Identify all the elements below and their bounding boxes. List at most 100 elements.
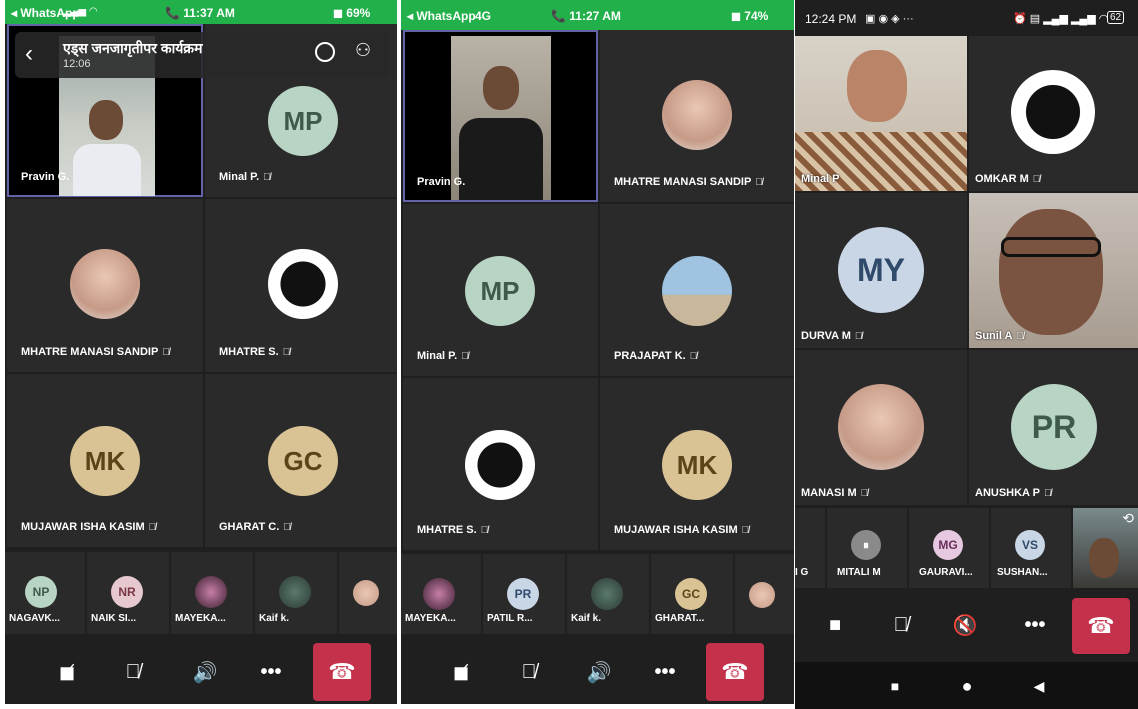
speaker-icon[interactable]: 🔊 xyxy=(579,652,619,692)
more-icon[interactable]: ••• xyxy=(1015,605,1055,645)
strip-tile[interactable] xyxy=(339,552,397,634)
participant-tile[interactable]: MHATRE S. 🎙̸ xyxy=(205,199,397,372)
participant-tile[interactable]: MHATRE MANASI SANDIP 🎙̸ xyxy=(7,199,203,372)
avatar: NR xyxy=(111,576,143,608)
participant-tile[interactable]: MANASI M 🎙̸ xyxy=(795,350,967,505)
participant-tile[interactable]: MK MUJAWAR ISHA KASIM 🎙̸ xyxy=(7,374,203,547)
more-icon[interactable]: ••• xyxy=(251,652,291,692)
participant-tile[interactable]: MY DURVA M 🎙̸ xyxy=(795,193,967,348)
face-shape xyxy=(483,66,519,110)
participant-tile[interactable]: MK MUJAWAR ISHA KASIM 🎙̸ xyxy=(600,378,794,550)
screen-2: ◂ WhatsApp 4G 📞 11:27 AM ◼ 74% Pravin G.… xyxy=(401,0,794,704)
participant-tile[interactable]: GC GHARAT C. 🎙̸ xyxy=(205,374,397,547)
speaker-icon[interactable]: 🔊 xyxy=(185,652,225,692)
strip-tile[interactable]: PR PATIL R... xyxy=(483,554,565,634)
participant-name: MUJAWAR ISHA KASIM xyxy=(21,521,145,533)
shirt-shape xyxy=(73,144,141,196)
avatar-photo xyxy=(662,256,732,326)
mic-off-icon: 🎙̸ xyxy=(283,522,291,533)
glasses-shape xyxy=(1001,237,1101,257)
avatar: GC xyxy=(675,578,707,610)
avatar: ⏸ xyxy=(851,530,881,560)
participant-name: ANUSHKA P xyxy=(975,487,1040,499)
video-tile[interactable]: Minal P xyxy=(795,36,967,191)
mic-off-icon: 🎙̸ xyxy=(148,522,157,533)
avatar xyxy=(795,530,811,560)
end-call-button[interactable]: ☎ xyxy=(706,643,764,701)
face-shape xyxy=(1089,538,1119,578)
participant-name: MANASI M xyxy=(801,487,857,499)
strip-tile[interactable]: MAYEKA... xyxy=(401,554,481,634)
avatar-photo xyxy=(838,384,924,470)
home-icon[interactable]: ● xyxy=(947,666,987,706)
mic-off-icon: 🎙̸ xyxy=(263,172,271,183)
participants-icon[interactable]: ⚇ xyxy=(355,40,371,61)
strip-tile[interactable] xyxy=(735,554,794,634)
avatar-photo xyxy=(1011,70,1095,154)
avatar: MK xyxy=(70,426,140,496)
battery-icon: ◼ xyxy=(333,6,347,20)
meeting-title: एड्स जनजागृतीपर कार्यक्रम xyxy=(63,40,203,56)
participant-name: MHATRE S. xyxy=(417,524,477,536)
back-icon[interactable]: ◀ xyxy=(1019,666,1059,706)
back-icon[interactable]: ‹ xyxy=(25,40,33,68)
participant-name: PATIL R... xyxy=(487,613,533,624)
strip-tile[interactable]: ⏸ MITALI M xyxy=(827,508,907,588)
strip-tile[interactable]: I G xyxy=(795,508,825,588)
participant-tile[interactable]: MHATRE MANASI SANDIP 🎙̸ xyxy=(600,30,794,202)
screen-1: ◂ WhatsApp ▂▃▅ ◠ 📞 11:37 AM ◼ 69% Pravin… xyxy=(5,0,397,704)
chat-icon[interactable] xyxy=(315,42,335,62)
mic-off-icon: 🎙̸ xyxy=(282,347,291,358)
strip-tile[interactable]: Kaif k. xyxy=(255,552,337,634)
participant-name: MHATRE S. xyxy=(219,346,279,358)
switch-camera-icon[interactable]: ⟲ xyxy=(1122,510,1134,527)
participant-name: Minal P. xyxy=(219,171,260,183)
participant-tile[interactable]: MP Minal P. 🎙̸ xyxy=(403,204,598,376)
mic-off-icon[interactable]: 🎙̸ xyxy=(509,652,549,692)
mic-off-icon[interactable]: 🎙̸ xyxy=(881,605,921,645)
end-call-button[interactable]: ☎ xyxy=(313,643,371,701)
network-label: 4G xyxy=(475,9,492,23)
strip-tile[interactable]: NR NAIK SI... xyxy=(87,552,169,634)
avatar: PR xyxy=(1011,384,1097,470)
strip-tile[interactable]: GC GHARAT... xyxy=(651,554,733,634)
battery-label: ◼ 69% xyxy=(333,6,370,20)
strip-tile[interactable]: Kaif k. xyxy=(567,554,649,634)
participant-name: NAIK SI... xyxy=(91,613,137,624)
battery-label: ◼ 74% xyxy=(731,9,768,23)
participant-name: Kaif k. xyxy=(571,613,602,624)
video-tile[interactable]: Pravin G. xyxy=(403,30,598,202)
camera-off-icon[interactable]: ◼̸ xyxy=(47,652,87,692)
strip-tile[interactable]: MAYEKA... xyxy=(171,552,253,634)
more-icon[interactable]: ••• xyxy=(645,652,685,692)
strip-tile[interactable]: MG GAURAVI... xyxy=(909,508,989,588)
status-time: 📞 11:37 AM xyxy=(165,6,235,20)
avatar-photo xyxy=(279,576,311,608)
status-bar: 12:24 PM ▣ ◉ ◈ ··· ⏰ ▤ ▂▄▆ ▂▄▆ ◠ 62 xyxy=(795,0,1138,36)
self-video-tile[interactable]: ⟲ xyxy=(1073,508,1138,588)
end-call-button[interactable]: ☎ xyxy=(1072,598,1130,654)
camera-icon[interactable]: ■ xyxy=(815,605,855,645)
video-tile[interactable]: Sunil A 🎙̸ xyxy=(969,193,1138,348)
participant-name: MUJAWAR ISHA KASIM xyxy=(614,524,738,536)
participant-tile[interactable]: OMKAR M 🎙̸ xyxy=(969,36,1138,191)
android-nav-bar: ■ ● ◀ xyxy=(795,662,1138,709)
mic-off-icon: 🎙̸ xyxy=(1032,174,1041,185)
battery-value: 74% xyxy=(744,9,769,23)
participant-tile[interactable]: PRAJAPAT K. 🎙̸ xyxy=(600,204,794,376)
avatar: MG xyxy=(933,530,963,560)
mic-off-icon[interactable]: 🎙̸ xyxy=(113,652,153,692)
avatar: MP xyxy=(465,256,535,326)
participant-tile[interactable]: PR ANUSHKA P 🎙̸ xyxy=(969,350,1138,505)
camera-off-icon[interactable]: ◼̸ xyxy=(441,652,481,692)
avatar-photo xyxy=(70,249,140,319)
recents-icon[interactable]: ■ xyxy=(875,666,915,706)
strip-tile[interactable]: NP NAGAVK... xyxy=(5,552,85,634)
strip-tile[interactable]: VS SUSHAN... xyxy=(991,508,1071,588)
avatar-photo xyxy=(423,578,455,610)
hangup-icon: ☎ xyxy=(328,659,356,684)
mic-off-icon: 🎙̸ xyxy=(461,351,469,362)
participant-tile[interactable]: MHATRE S. 🎙̸ xyxy=(403,378,598,550)
mic-off-icon: 🎙̸ xyxy=(480,525,489,536)
speaker-off-icon[interactable]: 🔇 xyxy=(945,605,985,645)
